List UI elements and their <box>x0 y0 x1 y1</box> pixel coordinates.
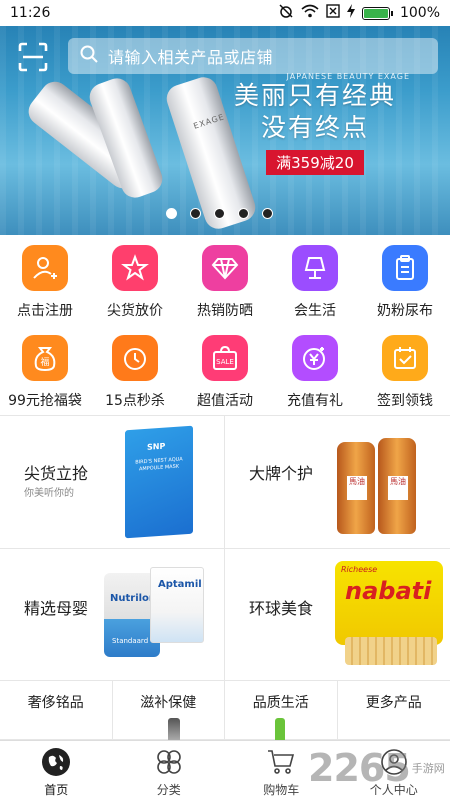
menu-item[interactable]: 15点秒杀 <box>90 325 180 415</box>
subcategory-row: 奢侈铭品 滋补保健 品质生活 更多产品 <box>0 680 450 740</box>
status-bar: 11:26 100% <box>0 0 450 26</box>
carousel-indicator <box>166 208 273 219</box>
sale-bag-icon: SALE <box>202 335 248 381</box>
tile-title: 尖货立抢 <box>24 464 89 483</box>
menu-item[interactable]: 签到领钱 <box>360 325 450 415</box>
svg-text:SALE: SALE <box>216 358 234 366</box>
banner-headline-1: 美丽只有经典 <box>233 81 396 110</box>
tile-personal-care[interactable]: 大牌个护 馬油 馬油 <box>225 416 450 549</box>
menu-item[interactable]: 会生活 <box>270 235 360 325</box>
svg-text:福: 福 <box>40 356 49 368</box>
banner-headline-2: 没有终点 <box>260 113 369 142</box>
calendar-check-icon <box>382 335 428 381</box>
menu-item-label: 会生活 <box>294 303 336 319</box>
category-menu: 点击注册 尖货放价 热销防晒 会生活 奶粉尿布福 99元抢福袋 15点秒杀 SALE 超值活动 充… <box>0 235 450 415</box>
timer-icon <box>112 335 158 381</box>
search-placeholder: 请输入相关产品或店铺 <box>108 48 274 67</box>
nav-label: 分类 <box>156 783 181 797</box>
alarm-mute-icon <box>278 3 294 23</box>
clipboard-icon <box>382 245 428 291</box>
mask-product-image: SNP BIRD'S NEST AQUA AMPOULE MASK <box>125 425 193 539</box>
carousel-dot[interactable] <box>238 208 249 219</box>
globe-home-icon <box>41 747 71 777</box>
lucky-bag-icon: 福 <box>22 335 68 381</box>
nav-home[interactable]: 首页 <box>0 741 113 800</box>
subcategory-item[interactable]: 奢侈铭品 <box>0 680 113 739</box>
promo-banner[interactable]: EXAGE JAPANESE BEAUTY EXAGE 美丽只有经典 没有终点 … <box>0 0 450 235</box>
scan-icon[interactable] <box>18 42 48 72</box>
carousel-dot[interactable] <box>166 208 177 219</box>
menu-item-label: 15点秒杀 <box>105 393 165 409</box>
banner-promo: 美丽只有经典 没有终点 满359减20 <box>230 80 400 175</box>
user-plus-icon <box>22 245 68 291</box>
cart-icon <box>266 747 296 777</box>
battery-percent: 100% <box>399 5 440 21</box>
menu-item[interactable]: 尖货放价 <box>90 235 180 325</box>
menu-item-label: 签到领钱 <box>377 393 433 409</box>
tile-title: 环球美食 <box>249 599 314 618</box>
menu-item[interactable]: SALE 超值活动 <box>180 325 270 415</box>
search-input[interactable]: 请输入相关产品或店铺 <box>68 38 438 74</box>
yen-coin-icon <box>292 335 338 381</box>
watermark-text: 手游网 <box>411 762 445 775</box>
carousel-dot[interactable] <box>262 208 273 219</box>
clover-icon <box>154 747 184 777</box>
battery-icon <box>361 6 393 20</box>
tile-global-food[interactable]: 环球美食 Richeese nabati <box>225 549 450 681</box>
charging-icon <box>346 4 355 22</box>
menu-item[interactable]: 充值有礼 <box>270 325 360 415</box>
menu-item[interactable]: 奶粉尿布 <box>360 235 450 325</box>
subcategory-item[interactable]: 更多产品 <box>338 680 450 739</box>
menu-item-label: 充值有礼 <box>287 393 343 409</box>
tile-title: 大牌个护 <box>249 464 314 483</box>
menu-item-label: 99元抢福袋 <box>8 393 82 409</box>
carousel-dot[interactable] <box>214 208 225 219</box>
menu-item-label: 点击注册 <box>17 303 73 319</box>
status-time: 11:26 <box>10 5 51 21</box>
menu-item[interactable]: 点击注册 <box>0 235 90 325</box>
diamond-icon <box>202 245 248 291</box>
tile-title: 精选母婴 <box>24 599 89 618</box>
lamp-icon <box>292 245 338 291</box>
watermark-number: 2265 <box>308 746 411 790</box>
carousel-dot[interactable] <box>190 208 201 219</box>
tile-hot-deals[interactable]: 尖货立抢 你美听你的 SNP BIRD'S NEST AQUA AMPOULE … <box>0 416 225 549</box>
tile-subtitle: 你美听你的 <box>24 488 74 499</box>
menu-item-label: 超值活动 <box>197 393 253 409</box>
star-icon <box>112 245 158 291</box>
app-screen: EXAGE JAPANESE BEAUTY EXAGE 美丽只有经典 没有终点 … <box>0 0 450 800</box>
site-watermark: 2265 手游网 <box>308 746 445 790</box>
menu-item-label: 奶粉尿布 <box>377 303 433 319</box>
feature-tiles: 尖货立抢 你美听你的 SNP BIRD'S NEST AQUA AMPOULE … <box>0 415 450 681</box>
tile-mother-baby[interactable]: 精选母婴 Nutrilon Standaard Aptamil <box>0 549 225 681</box>
menu-item[interactable]: 热销防晒 <box>180 235 270 325</box>
nav-label: 首页 <box>44 783 69 797</box>
wifi-icon <box>301 4 319 22</box>
no-sim-icon <box>326 4 340 22</box>
banner-promo-tag: 满359减20 <box>266 150 364 175</box>
menu-item-label: 尖货放价 <box>107 303 163 319</box>
search-icon <box>80 45 98 67</box>
menu-item[interactable]: 福 99元抢福袋 <box>0 325 90 415</box>
nav-category[interactable]: 分类 <box>113 741 226 800</box>
menu-item-label: 热销防晒 <box>197 303 253 319</box>
